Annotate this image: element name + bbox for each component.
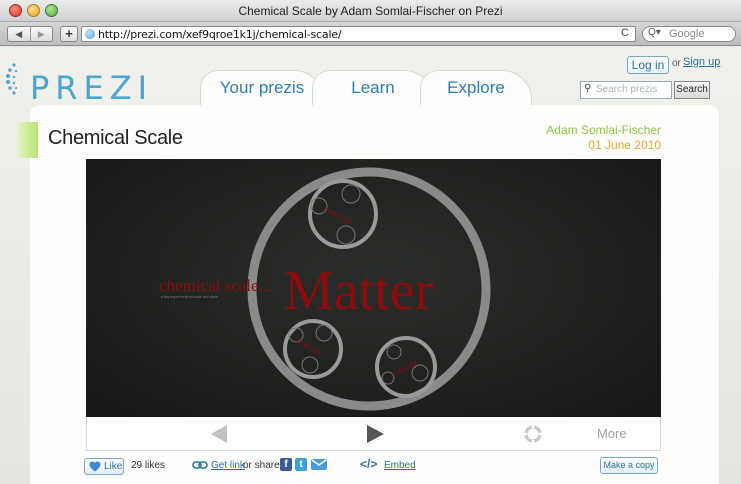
favicon-icon <box>85 29 95 39</box>
presentation-stage[interactable]: molecule molecule molecule Matter chemic… <box>86 159 661 417</box>
back-button[interactable]: ◀ <box>8 27 30 41</box>
presentation-controls: More <box>86 417 661 451</box>
likes-count: 29 likes <box>131 460 165 471</box>
logo-dots-icon <box>6 63 18 95</box>
previous-step-icon[interactable] <box>211 425 227 443</box>
svg-text:molecule: molecule <box>388 358 419 380</box>
prezi-title: Chemical Scale <box>48 127 183 149</box>
facebook-icon[interactable]: f <box>280 458 292 471</box>
twitter-icon[interactable]: t <box>295 458 307 471</box>
autoplay-icon[interactable] <box>523 424 543 444</box>
tab-explore[interactable]: Explore <box>420 70 532 106</box>
slide-subtitle: chemical scale... <box>159 276 271 295</box>
search-icon: ⚲ <box>584 83 592 94</box>
next-step-icon[interactable] <box>367 425 384 443</box>
or-label: or <box>672 58 681 69</box>
molecule-cluster-top: molecule <box>308 179 378 249</box>
like-button[interactable]: Like <box>84 458 124 475</box>
get-link[interactable]: Get link <box>211 460 245 471</box>
more-button[interactable]: More <box>597 426 627 441</box>
tab-learn[interactable]: Learn <box>312 70 434 106</box>
search-icon: Q▾ <box>648 27 661 38</box>
make-copy-button[interactable]: Make a copy <box>600 457 658 474</box>
molecule-cluster-right: molecule <box>375 336 437 398</box>
url-text[interactable]: http://prezi.com/xef9qroe1k1j/chemical-s… <box>98 28 342 41</box>
login-button[interactable]: Log in <box>627 56 669 74</box>
logo-text: PREZI <box>30 69 154 107</box>
search-prezis-input[interactable]: ⚲ Search prezis <box>580 81 672 99</box>
publish-date: 01 June 2010 <box>588 138 661 152</box>
embed-icon: </> <box>360 457 378 471</box>
prezi-logo[interactable]: PREZI <box>4 57 147 107</box>
embed-link[interactable]: Embed <box>384 460 416 471</box>
heart-icon <box>89 461 101 472</box>
svg-text:molecule: molecule <box>293 335 323 358</box>
signup-link[interactable]: Sign up <box>683 56 720 68</box>
molecule-cluster-left: molecule <box>283 319 343 379</box>
add-bookmark-button[interactable]: + <box>60 26 78 42</box>
slide-canvas: molecule molecule molecule Matter chemic… <box>159 167 491 411</box>
window-title: Chemical Scale by Adam Somlai-Fischer on… <box>238 4 503 18</box>
reload-icon[interactable]: C <box>621 27 629 39</box>
author-link[interactable]: Adam Somlai-Fischer <box>546 123 661 137</box>
address-bar[interactable]: http://prezi.com/xef9qroe1k1j/chemical-s… <box>81 26 636 42</box>
search-button[interactable]: Search <box>674 81 710 99</box>
window-titlebar: Chemical Scale by Adam Somlai-Fischer on… <box>0 0 741 22</box>
tab-your-prezis[interactable]: Your prezis <box>200 70 324 106</box>
link-icon <box>192 461 208 469</box>
browser-search-field[interactable]: Q▾ Google <box>642 26 736 42</box>
page: PREZI Your prezis Learn Explore Log in o… <box>0 47 741 484</box>
browser-toolbar: ◀ ▶ + http://prezi.com/xef9qroe1k1j/chem… <box>0 22 741 46</box>
title-accent-bar <box>18 122 38 158</box>
email-icon[interactable] <box>311 459 327 470</box>
nav-buttons: ◀ ▶ <box>7 26 53 42</box>
search-prezis-placeholder: Search prezis <box>596 84 658 95</box>
or-share-label: or share <box>243 460 280 471</box>
like-label: Like <box>104 461 123 472</box>
slide-caption: a tiny experiment on scale and zoom <box>161 295 218 299</box>
browser-search-placeholder: Google <box>669 28 705 40</box>
forward-button[interactable]: ▶ <box>29 27 53 41</box>
slide-word-matter: Matter <box>284 260 434 322</box>
svg-text:molecule: molecule <box>320 203 354 227</box>
